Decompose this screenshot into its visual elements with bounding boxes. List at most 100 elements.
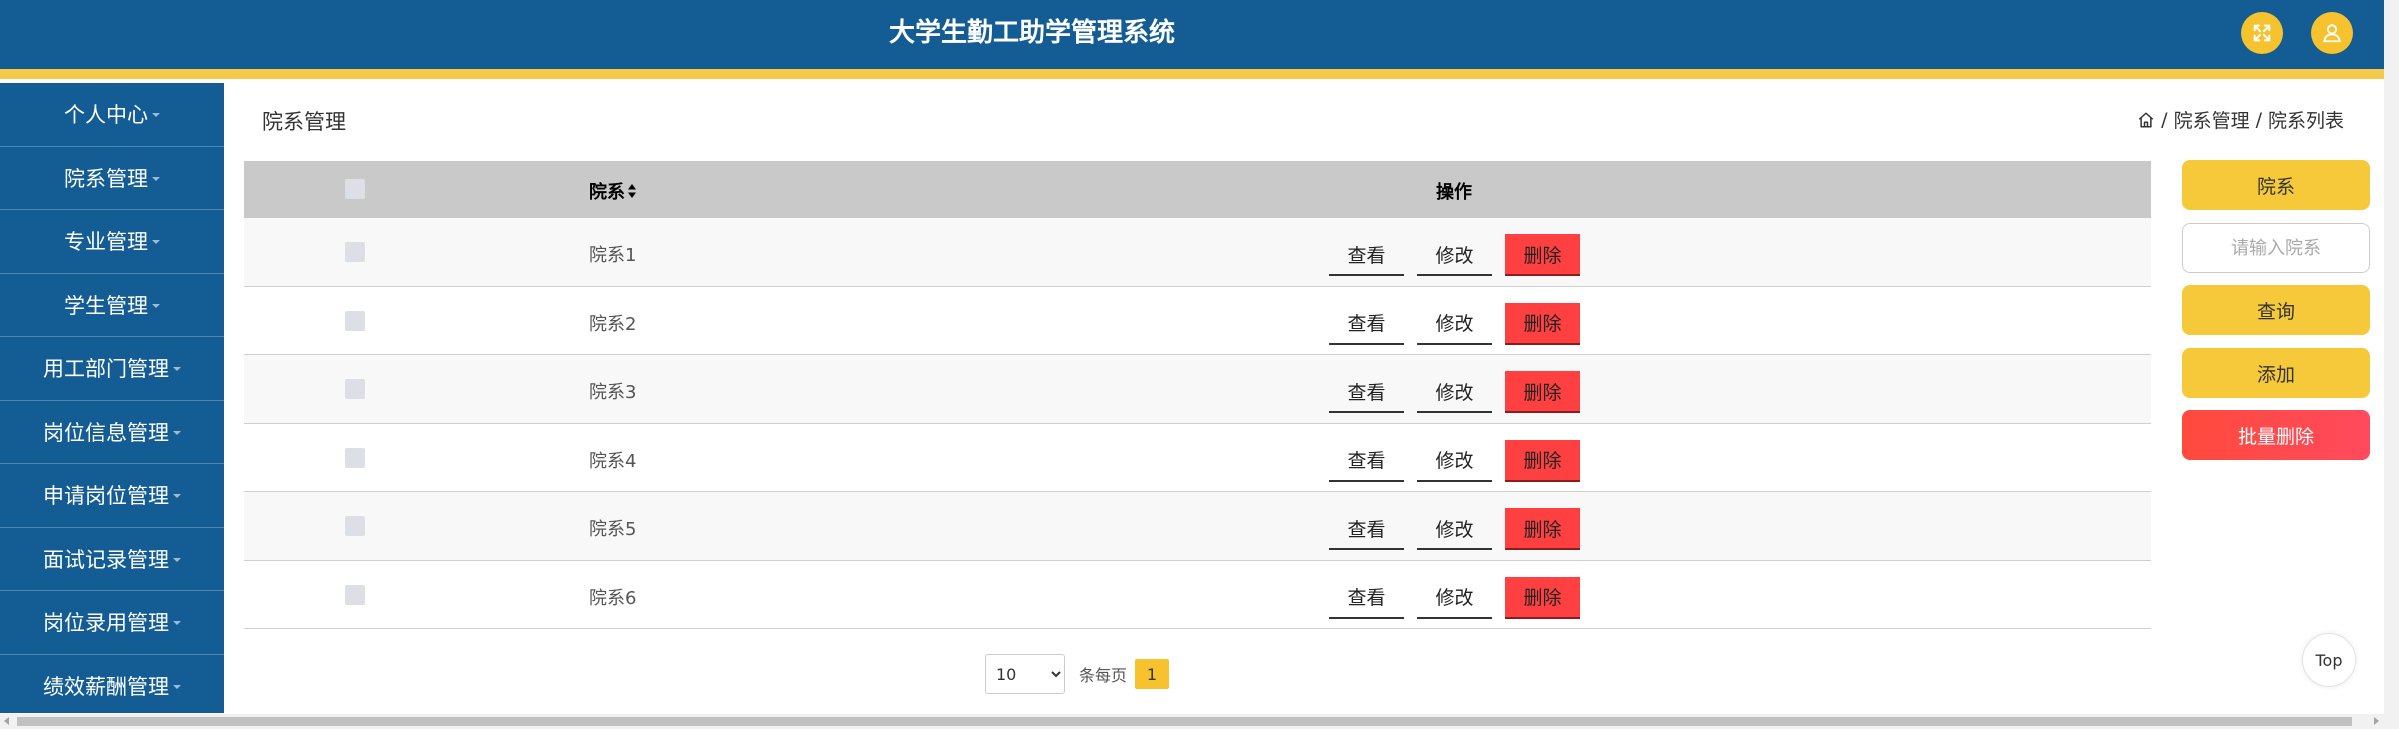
delete-button[interactable]: 删除: [1505, 439, 1580, 482]
caret-down-icon: [152, 303, 160, 308]
sidebar-item-label: 院系管理: [64, 166, 148, 191]
sidebar-item-major[interactable]: 专业管理: [0, 210, 224, 274]
row-checkbox[interactable]: [345, 379, 365, 399]
sidebar-item-performance-salary[interactable]: 绩效薪酬管理: [0, 655, 224, 714]
sidebar-item-label: 用工部门管理: [43, 357, 169, 382]
delete-button[interactable]: 删除: [1505, 234, 1580, 276]
edit-button[interactable]: 修改: [1417, 371, 1492, 413]
edit-button[interactable]: 修改: [1417, 440, 1492, 482]
horizontal-scrollbar[interactable]: [0, 714, 2399, 729]
back-to-top-button[interactable]: Top: [2302, 633, 2356, 687]
app-title: 大学生勤工助学管理系统: [888, 18, 1175, 48]
sidebar-item-job-info[interactable]: 岗位信息管理: [0, 401, 224, 464]
edit-button[interactable]: 修改: [1417, 508, 1492, 550]
sidebar-item-label: 岗位信息管理: [43, 420, 169, 445]
view-button[interactable]: 查看: [1329, 440, 1404, 482]
caret-down-icon: [173, 494, 181, 499]
caret-down-icon: [152, 176, 160, 181]
scroll-left-arrow-icon[interactable]: [4, 717, 9, 725]
department-table: 院系 操作 院系1 查看 修改 删除 院系2 查看 修改 删除 院系3 查看 修: [244, 161, 2151, 629]
caret-down-icon: [152, 240, 160, 245]
page-title: 院系管理: [262, 110, 346, 134]
sidebar-item-label: 绩效薪酬管理: [43, 674, 169, 699]
sort-icon[interactable]: [627, 183, 637, 199]
home-icon[interactable]: [2137, 111, 2155, 129]
user-icon: [2323, 24, 2341, 43]
column-header-department[interactable]: 院系: [589, 178, 637, 204]
view-button[interactable]: 查看: [1329, 371, 1404, 413]
sidebar: 个人中心 院系管理 专业管理 学生管理 用工部门管理 岗位信息管理 申请岗位管理…: [0, 83, 224, 713]
sidebar-item-label: 学生管理: [64, 293, 148, 318]
caret-down-icon: [173, 430, 181, 435]
row-checkbox[interactable]: [345, 516, 365, 536]
fullscreen-button[interactable]: [2241, 12, 2283, 54]
sidebar-item-department[interactable]: 院系管理: [0, 147, 224, 210]
page-number-current[interactable]: 1: [1135, 659, 1170, 689]
sidebar-item-personal-center[interactable]: 个人中心: [0, 83, 224, 147]
search-button[interactable]: 查询: [2182, 285, 2370, 335]
sidebar-item-employer-department[interactable]: 用工部门管理: [0, 337, 224, 401]
row-checkbox[interactable]: [345, 242, 365, 262]
caret-down-icon: [173, 684, 181, 689]
sidebar-item-job-hiring[interactable]: 岗位录用管理: [0, 591, 224, 655]
edit-button[interactable]: 修改: [1417, 303, 1492, 345]
scroll-right-arrow-icon[interactable]: [2374, 717, 2379, 725]
department-name: 院系4: [589, 450, 637, 472]
pagination: 10 条每页 1: [985, 654, 1170, 694]
edit-button[interactable]: 修改: [1417, 577, 1492, 619]
sidebar-item-label: 个人中心: [64, 103, 148, 128]
table-row: 院系3 查看 修改 删除: [244, 355, 2151, 424]
header-accent-stripe: [0, 69, 2384, 79]
vertical-scrollbar[interactable]: [2384, 0, 2399, 714]
breadcrumb-item-current: 院系列表: [2267, 110, 2344, 132]
per-page-label: 条每页: [1079, 666, 1128, 685]
add-button[interactable]: 添加: [2182, 348, 2370, 398]
row-checkbox[interactable]: [345, 584, 365, 605]
row-actions: 查看 修改 删除: [1329, 508, 1580, 550]
department-name: 院系3: [589, 382, 637, 403]
table-row: 院系5 查看 修改 删除: [244, 492, 2151, 561]
table-row: 院系1 查看 修改 删除: [244, 218, 2151, 287]
table-row: 院系2 查看 修改 删除: [244, 286, 2151, 355]
top-header: 大学生勤工助学管理系统: [0, 0, 2384, 69]
breadcrumb: / 院系管理 / 院系列表: [2137, 106, 2344, 133]
view-button[interactable]: 查看: [1329, 577, 1404, 619]
sidebar-item-interview-record[interactable]: 面试记录管理: [0, 528, 224, 591]
department-name: 院系1: [589, 245, 637, 266]
table-row: 院系6 查看 修改 删除: [244, 560, 2151, 629]
row-actions: 查看 修改 删除: [1329, 302, 1580, 345]
user-button[interactable]: [2311, 12, 2353, 54]
sidebar-item-label: 面试记录管理: [43, 547, 169, 572]
page-size-select[interactable]: 10: [985, 654, 1065, 694]
row-actions: 查看 修改 删除: [1329, 439, 1580, 482]
table-header: 院系 操作: [244, 161, 2151, 218]
edit-button[interactable]: 修改: [1417, 234, 1492, 276]
delete-button[interactable]: 删除: [1505, 508, 1580, 550]
department-name: 院系6: [589, 587, 637, 609]
row-checkbox[interactable]: [345, 310, 365, 331]
row-actions: 查看 修改 删除: [1329, 234, 1580, 276]
select-all-checkbox[interactable]: [345, 179, 365, 199]
row-actions: 查看 修改 删除: [1329, 371, 1580, 413]
fullscreen-icon: [2253, 24, 2271, 42]
batch-delete-button[interactable]: 批量删除: [2182, 410, 2370, 460]
row-checkbox[interactable]: [345, 447, 365, 468]
department-search-input[interactable]: [2182, 223, 2370, 273]
sidebar-item-student[interactable]: 学生管理: [0, 274, 224, 337]
delete-button[interactable]: 删除: [1505, 576, 1580, 619]
delete-button[interactable]: 删除: [1505, 302, 1580, 345]
view-button[interactable]: 查看: [1329, 303, 1404, 345]
department-name: 院系2: [589, 313, 637, 335]
view-button[interactable]: 查看: [1329, 508, 1404, 550]
caret-down-icon: [173, 557, 181, 562]
caret-down-icon: [173, 621, 181, 626]
scrollbar-thumb[interactable]: [17, 717, 2352, 726]
caret-down-icon: [152, 113, 160, 118]
breadcrumb-item[interactable]: 院系管理: [2174, 106, 2250, 133]
column-header-operation: 操作: [1436, 182, 1472, 203]
row-actions: 查看 修改 删除: [1329, 576, 1580, 619]
delete-button[interactable]: 删除: [1505, 371, 1580, 413]
sidebar-item-job-application[interactable]: 申请岗位管理: [0, 464, 224, 528]
sidebar-item-label: 申请岗位管理: [43, 484, 169, 509]
view-button[interactable]: 查看: [1329, 234, 1404, 276]
